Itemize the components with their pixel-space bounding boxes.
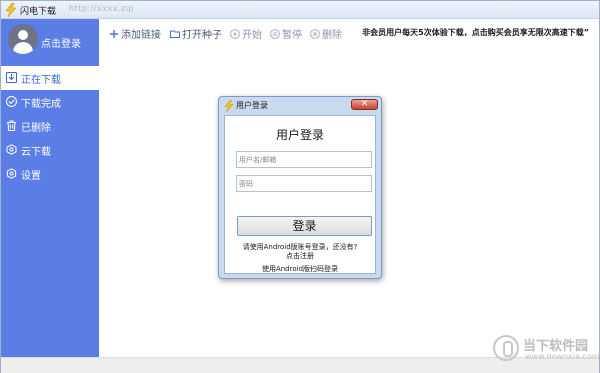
start-label: 开始 bbox=[242, 30, 262, 41]
download-icon bbox=[6, 72, 17, 83]
sidebar-item-deleted[interactable]: 已删除 bbox=[1, 114, 99, 138]
sidebar: 点击登录 正在下载 下载完成 已删除 云下载 设置 bbox=[1, 19, 99, 357]
dialog-title: 用户登录 bbox=[236, 101, 268, 110]
dialog-title-bar[interactable]: 用户登录 ✕ bbox=[219, 97, 381, 114]
username-input[interactable] bbox=[236, 151, 372, 168]
open-seed-button[interactable]: 打开种子 bbox=[170, 26, 222, 41]
watermark-url: www.downxia.com bbox=[525, 352, 600, 361]
title-blurred-text: http://xxxx.zip bbox=[69, 4, 134, 13]
sidebar-item-cloud-download[interactable]: 云下载 bbox=[1, 138, 99, 162]
avatar-head-shape bbox=[18, 30, 28, 40]
title-bar[interactable]: 闪电下载 http://xxxx.zip bbox=[1, 1, 599, 19]
sidebar-item-label: 云下载 bbox=[21, 147, 51, 158]
add-link-button[interactable]: 添加链接 bbox=[109, 26, 161, 41]
lightning-icon bbox=[5, 3, 17, 17]
gear-icon bbox=[6, 168, 17, 179]
app-window: 闪电下载 http://xxxx.zip 点击登录 正在下载 下载完成 已删除 … bbox=[0, 0, 600, 373]
window-title: 闪电下载 bbox=[20, 7, 57, 17]
plus-icon bbox=[110, 30, 118, 38]
qr-login-link[interactable]: 使用Android版扫码登录 bbox=[225, 264, 375, 274]
sidebar-item-label: 下载完成 bbox=[21, 99, 61, 110]
sidebar-item-downloading[interactable]: 正在下载 bbox=[1, 66, 99, 90]
member-notice[interactable]: 非会员用户每天5次体验下载，点击购买会员享无限次高速下载” bbox=[362, 27, 589, 38]
avatar-body-shape bbox=[13, 42, 33, 54]
start-button[interactable]: 开始 bbox=[230, 26, 262, 41]
watermark-logo-icon bbox=[493, 335, 519, 361]
delete-label: 删除 bbox=[322, 30, 342, 41]
avatar[interactable] bbox=[8, 24, 38, 54]
lightning-icon bbox=[224, 100, 234, 112]
dialog-body: 用户登录 登录 请使用Android版账号登录，还没有? 点击注册 使用Andr… bbox=[224, 115, 376, 274]
pause-button[interactable]: 暂停 bbox=[270, 26, 302, 41]
sidebar-item-completed[interactable]: 下载完成 bbox=[1, 90, 99, 114]
cloud-icon bbox=[6, 144, 17, 155]
folder-icon bbox=[170, 30, 180, 38]
login-dialog: 用户登录 ✕ 用户登录 登录 请使用Android版账号登录，还没有? 点击注册… bbox=[218, 96, 382, 279]
login-button[interactable]: 登录 bbox=[237, 216, 372, 236]
user-area: 点击登录 bbox=[1, 19, 99, 63]
watermark: 当下软件园 www.downxia.com bbox=[493, 332, 600, 368]
pause-icon bbox=[270, 29, 280, 39]
sidebar-item-label: 设置 bbox=[21, 171, 41, 182]
delete-button[interactable]: 删除 bbox=[310, 26, 342, 41]
pause-label: 暂停 bbox=[282, 30, 302, 41]
dialog-heading: 用户登录 bbox=[275, 128, 324, 142]
delete-circle-icon bbox=[310, 29, 320, 39]
register-link[interactable]: 点击注册 bbox=[225, 251, 375, 261]
check-circle-icon bbox=[6, 96, 17, 107]
sidebar-item-settings[interactable]: 设置 bbox=[1, 162, 99, 186]
sidebar-item-label: 已删除 bbox=[21, 123, 51, 134]
close-button[interactable]: ✕ bbox=[351, 99, 378, 110]
password-input[interactable] bbox=[236, 175, 372, 192]
add-link-label: 添加链接 bbox=[121, 30, 161, 41]
sidebar-item-label: 正在下载 bbox=[21, 75, 61, 86]
play-icon bbox=[230, 29, 240, 39]
login-link[interactable]: 点击登录 bbox=[41, 35, 81, 50]
open-seed-label: 打开种子 bbox=[182, 30, 222, 41]
toolbar: 添加链接 打开种子 开始 暂停 删除 非会员用户每天5次体验下载，点击购买会员享… bbox=[99, 19, 599, 47]
trash-icon bbox=[7, 120, 16, 131]
